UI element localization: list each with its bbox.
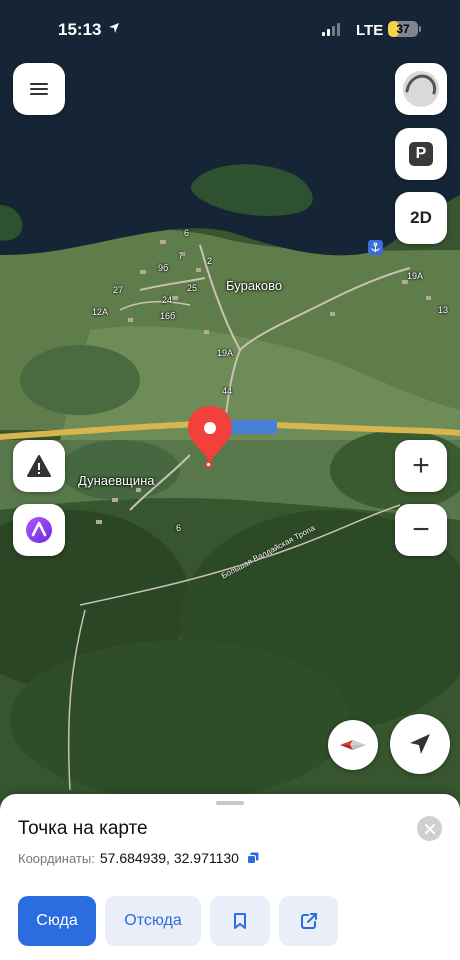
house-number: 24 <box>162 295 173 305</box>
cellular-signal-icon <box>322 23 340 36</box>
zoom-in-button[interactable]: + <box>395 440 447 492</box>
zoom-out-label: − <box>412 513 430 546</box>
report-incident-button[interactable] <box>13 440 65 492</box>
zoom-in-label: + <box>412 449 430 482</box>
location-services-icon <box>109 23 119 33</box>
house-number: 19А <box>407 271 424 281</box>
location-arrow-icon <box>410 734 430 754</box>
house-number: 12А <box>92 307 109 317</box>
parking-button[interactable]: P <box>395 128 447 180</box>
house-number: 2 <box>207 256 213 266</box>
route-here-button[interactable]: Сюда <box>18 896 96 946</box>
place-title: Точка на карте <box>18 818 148 839</box>
route-from-label: Отсюда <box>124 912 182 929</box>
copy-icon[interactable] <box>246 852 259 864</box>
location-pin-icon[interactable] <box>186 404 234 464</box>
house-number: 6 <box>184 228 190 238</box>
battery-icon: 37 <box>388 21 418 37</box>
voice-assistant-sphere-icon <box>403 71 439 107</box>
house-number: 44 <box>222 386 233 396</box>
parking-icon: P <box>409 142 433 166</box>
sheet-grabber[interactable] <box>216 801 244 805</box>
compass-icon <box>340 740 366 750</box>
compass-button[interactable] <box>328 720 378 770</box>
menu-icon <box>30 83 48 95</box>
house-number: 13 <box>438 305 449 315</box>
close-icon <box>424 823 435 834</box>
menu-button[interactable] <box>13 63 65 115</box>
close-button[interactable] <box>417 816 442 841</box>
house-number: 7 <box>178 251 184 261</box>
house-number: 6 <box>176 523 182 533</box>
my-location-button[interactable] <box>390 714 450 774</box>
anchor-poi-icon[interactable] <box>368 240 383 255</box>
house-number: 19А <box>217 348 234 358</box>
status-bar: 15:13 LTE 37 <box>0 0 460 60</box>
house-number: 9б <box>158 263 169 273</box>
house-number: 25 <box>187 283 198 293</box>
coordinates-label: Координаты: <box>18 850 95 866</box>
coordinates-value[interactable]: 57.684939, 32.971130 <box>100 850 239 866</box>
warning-icon <box>27 455 51 477</box>
battery-percent: 37 <box>396 22 410 36</box>
map-screen: 6 7 2 9б 27 24 25 12А 16б 19А 44 19А 13 … <box>0 0 460 960</box>
share-button[interactable] <box>279 896 338 946</box>
zoom-out-button[interactable]: − <box>395 504 447 556</box>
view-mode-label: 2D <box>410 208 432 227</box>
place-name-burakovo[interactable]: Бураково <box>226 278 282 293</box>
alice-assistant-button[interactable] <box>13 504 65 556</box>
network-type: LTE <box>356 22 384 39</box>
anchor-icon <box>371 242 380 253</box>
coordinates-row: Координаты: 57.684939, 32.971130 <box>18 850 259 866</box>
bookmark-icon <box>234 913 246 929</box>
house-number: 16б <box>160 311 176 321</box>
route-from-button[interactable]: Отсюда <box>105 896 201 946</box>
house-number: 27 <box>113 285 124 295</box>
route-here-label: Сюда <box>36 912 78 929</box>
status-time: 15:13 <box>58 20 102 39</box>
bookmark-button[interactable] <box>210 896 270 946</box>
share-icon <box>300 913 317 929</box>
view-mode-button[interactable]: 2D <box>395 192 447 244</box>
place-card-sheet[interactable]: Точка на карте Координаты: 57.684939, 32… <box>0 794 460 960</box>
place-name-dunaevshchina[interactable]: Дунаевщина <box>78 473 155 488</box>
battery-cap <box>419 26 421 32</box>
alice-icon <box>26 517 52 543</box>
voice-sphere-button[interactable] <box>395 63 447 115</box>
parking-label: P <box>415 145 427 162</box>
